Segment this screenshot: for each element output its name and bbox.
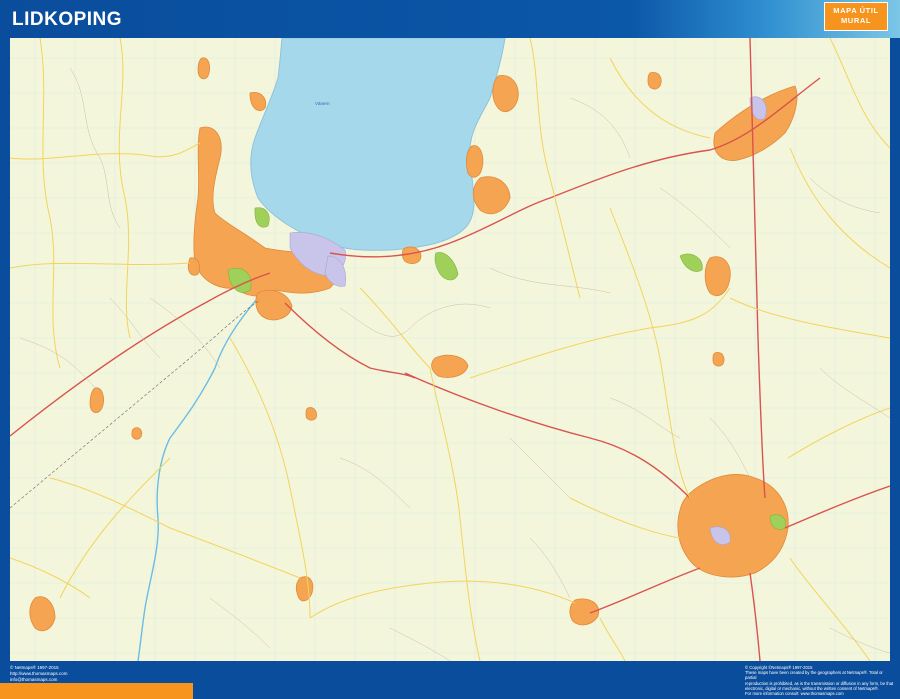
brand-badge[interactable]: MAPA ÚTIL MURAL [824, 2, 888, 31]
lake [250, 38, 506, 251]
map-graphic: Vänern [10, 38, 890, 661]
footer-orange-bar [0, 683, 193, 699]
lake-label: Vänern [315, 101, 330, 106]
map-canvas[interactable]: Vänern [10, 38, 890, 661]
legal-line-5: For more information consult: www.thomas… [745, 691, 844, 697]
river [137, 292, 263, 661]
urban-southeast-town [677, 474, 789, 578]
railway [10, 299, 261, 509]
legal-line-2: These maps have been created by the geog… [745, 670, 883, 681]
map-title: LIDKOPING [12, 9, 123, 30]
badge-line-1: MAPA ÚTIL [833, 6, 879, 15]
footer-left-info: © Netmaps® 1997-2015 http://www.thomasma… [10, 665, 68, 683]
header-bar: LIDKOPING MAPA ÚTIL MURAL [0, 0, 900, 38]
footer-legal-notice: © Copyright ©Netmaps® 1997-2015 These ma… [745, 665, 895, 696]
badge-line-2: MURAL [840, 16, 872, 25]
